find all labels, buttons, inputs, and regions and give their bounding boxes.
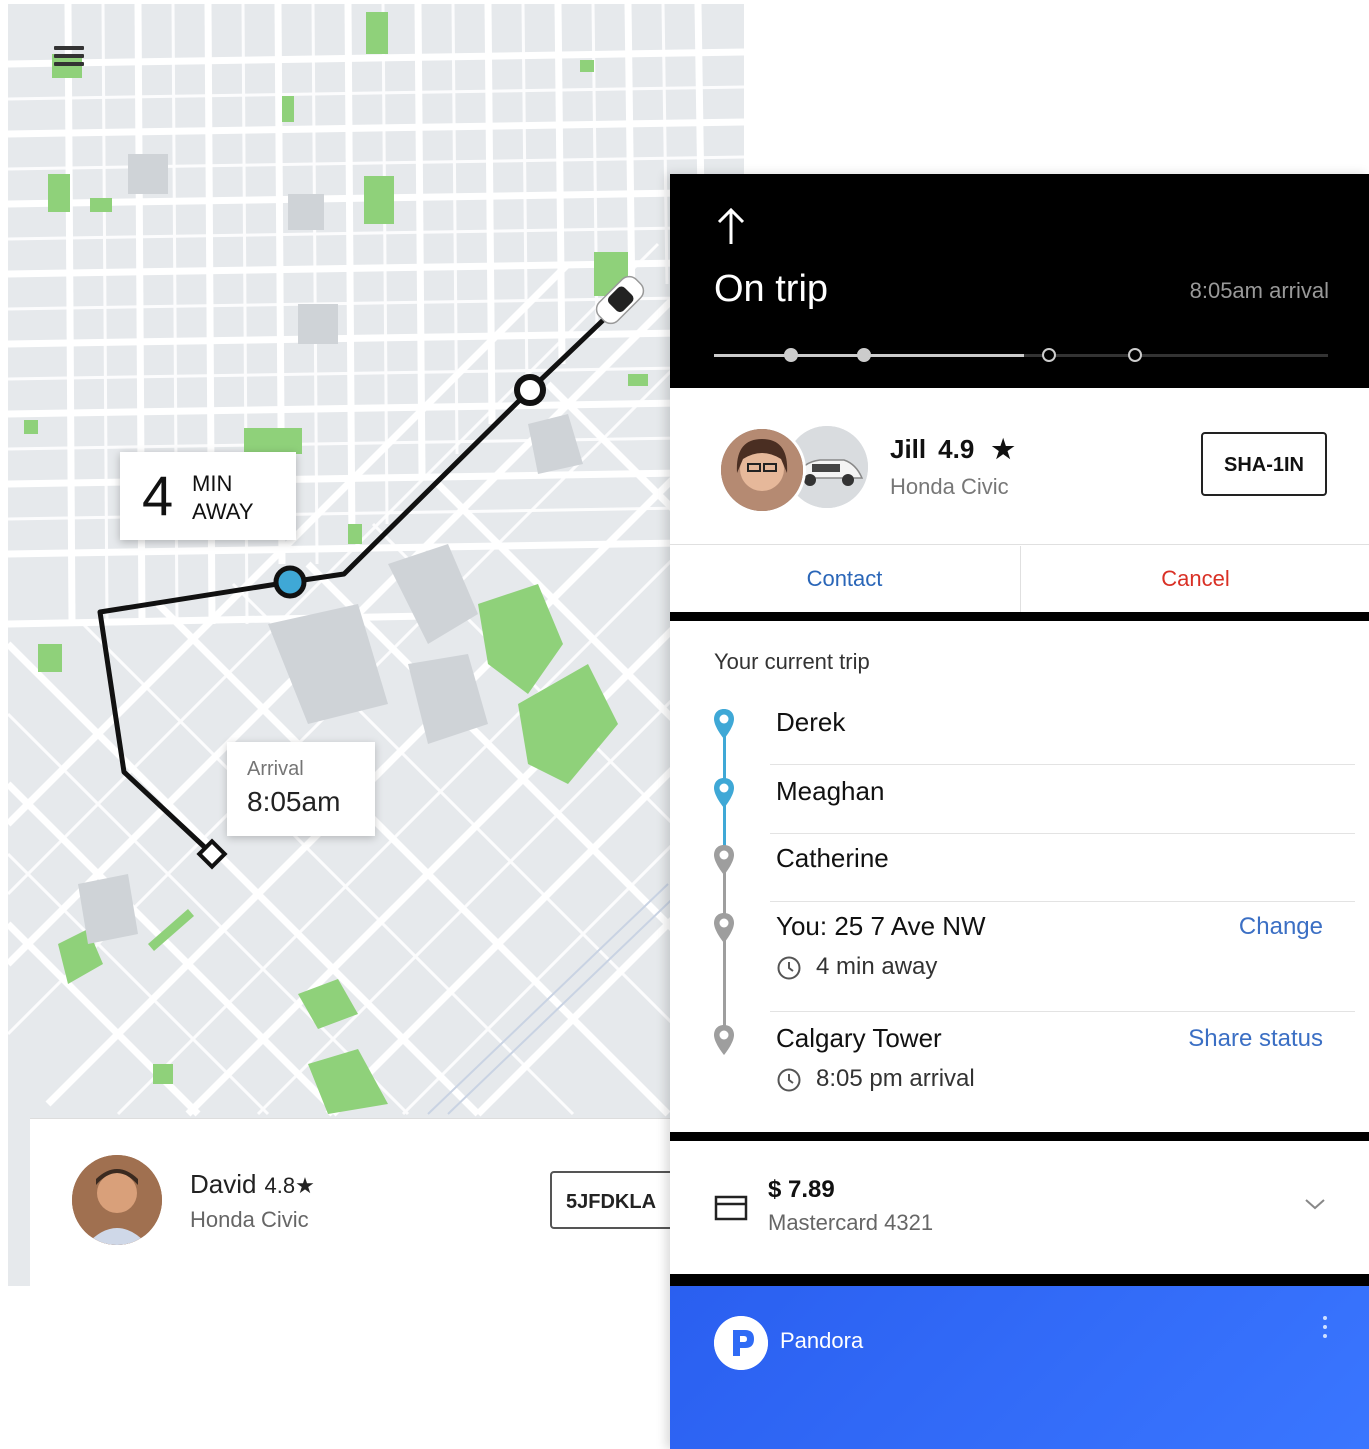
trip-arrival-time: 8:05am arrival (1189, 278, 1329, 303)
driver-name-row: David 4.8★ (190, 1169, 315, 1200)
trip-screen: On trip 8:05am arrival Jill 4.9 ★ Honda … (670, 174, 1369, 1449)
clock-icon (777, 956, 801, 980)
menu-icon[interactable] (54, 46, 84, 70)
driver-name: Jill (890, 434, 927, 464)
stop-eta: 4 min away (776, 953, 937, 981)
media-app-name: Pandora (780, 1328, 864, 1353)
current-trip-section: Your current trip Derek Meaghan Catherin… (670, 621, 1369, 1131)
stop-name: Derek (776, 707, 846, 737)
divider (770, 901, 1355, 902)
map-screen: 4 MIN AWAY Arrival 8:05am David 4.8★ Hond… (8, 4, 744, 1286)
credit-card-icon (714, 1195, 748, 1221)
collapse-arrow-icon[interactable] (714, 206, 748, 246)
eta-unit: MIN AWAY (192, 470, 254, 526)
fare-amount: $ 7.89 (768, 1176, 835, 1203)
stop-name: You: 25 7 Ave NW (776, 911, 986, 941)
eta-unit-line2: AWAY (192, 499, 254, 524)
divider (770, 1011, 1355, 1012)
divider (670, 1132, 1369, 1141)
progress-stop-dot (857, 348, 872, 362)
waypoint-marker-icon (514, 374, 546, 406)
progress-stop-dot (1041, 348, 1056, 362)
driver-name: David (190, 1169, 257, 1199)
arrival-label: Arrival (247, 758, 304, 780)
driver-avatar (72, 1155, 162, 1245)
stop-pin-icon (714, 709, 734, 739)
driver-avatar (718, 426, 806, 514)
stop-name: Calgary Tower (776, 1023, 942, 1053)
trip-title: On trip (714, 268, 829, 310)
eta-unit-line1: MIN (192, 471, 233, 496)
progress-stop-dot (1127, 348, 1142, 362)
payment-row[interactable]: $ 7.89 Mastercard 4321 (670, 1144, 1369, 1274)
route-upcoming-line (723, 851, 726, 1051)
progress-stop-dot (783, 348, 798, 362)
stop-eta-text: 4 min away (816, 953, 938, 980)
stop-pin-icon (714, 845, 734, 875)
map-view[interactable] (8, 4, 744, 1286)
driver-card[interactable]: Jill 4.9 ★ Honda Civic SHA-1IN (670, 388, 1369, 545)
driver-car: Honda Civic (190, 1207, 309, 1232)
cancel-button[interactable]: Cancel (1020, 546, 1369, 612)
clock-icon (777, 1068, 801, 1092)
trip-actions: Contact Cancel (670, 546, 1369, 612)
driver-name-row: Jill 4.9 ★ (890, 434, 1015, 465)
arrival-time: 8:05am (247, 786, 341, 817)
divider (770, 764, 1355, 765)
license-plate: SHA-1IN (1201, 432, 1327, 496)
payment-method: Mastercard 4321 (768, 1210, 934, 1235)
driver-rating: 4.9 (938, 434, 975, 464)
driver-rating: 4.8★ (264, 1173, 315, 1198)
stop-eta: 8:05 pm arrival (776, 1065, 975, 1093)
driver-sheet[interactable]: David 4.8★ Honda Civic 5JFDKLA (30, 1118, 744, 1286)
stop-eta-text: 8:05 pm arrival (816, 1065, 975, 1092)
star-icon: ★ (991, 434, 1015, 464)
stop-pin-icon (714, 778, 734, 808)
trip-header: On trip 8:05am arrival (670, 174, 1369, 388)
trip-progress-bar (714, 348, 1328, 362)
license-plate: 5JFDKLA (550, 1171, 690, 1229)
eta-minutes: 4 (142, 464, 174, 527)
pandora-logo-icon (714, 1316, 768, 1370)
stop-name: Meaghan (776, 776, 885, 806)
driver-car: Honda Civic (890, 474, 1009, 499)
media-card[interactable]: Pandora (670, 1286, 1369, 1449)
divider (670, 612, 1369, 621)
eta-card: 4 MIN AWAY (120, 452, 296, 540)
change-button[interactable]: Change (1239, 913, 1323, 941)
stop-pin-icon (714, 1025, 734, 1055)
stop-name: Catherine (776, 843, 889, 873)
pickup-marker-icon (273, 565, 307, 599)
chevron-down-icon[interactable] (1303, 1196, 1327, 1212)
divider (770, 833, 1355, 834)
section-title: Your current trip (714, 649, 870, 674)
more-options-icon[interactable] (1323, 1316, 1329, 1343)
divider (670, 1274, 1369, 1286)
stop-pin-icon (714, 913, 734, 943)
contact-button[interactable]: Contact (670, 546, 1019, 612)
share-status-button[interactable]: Share status (1188, 1025, 1323, 1053)
arrival-card: Arrival 8:05am (227, 742, 375, 836)
